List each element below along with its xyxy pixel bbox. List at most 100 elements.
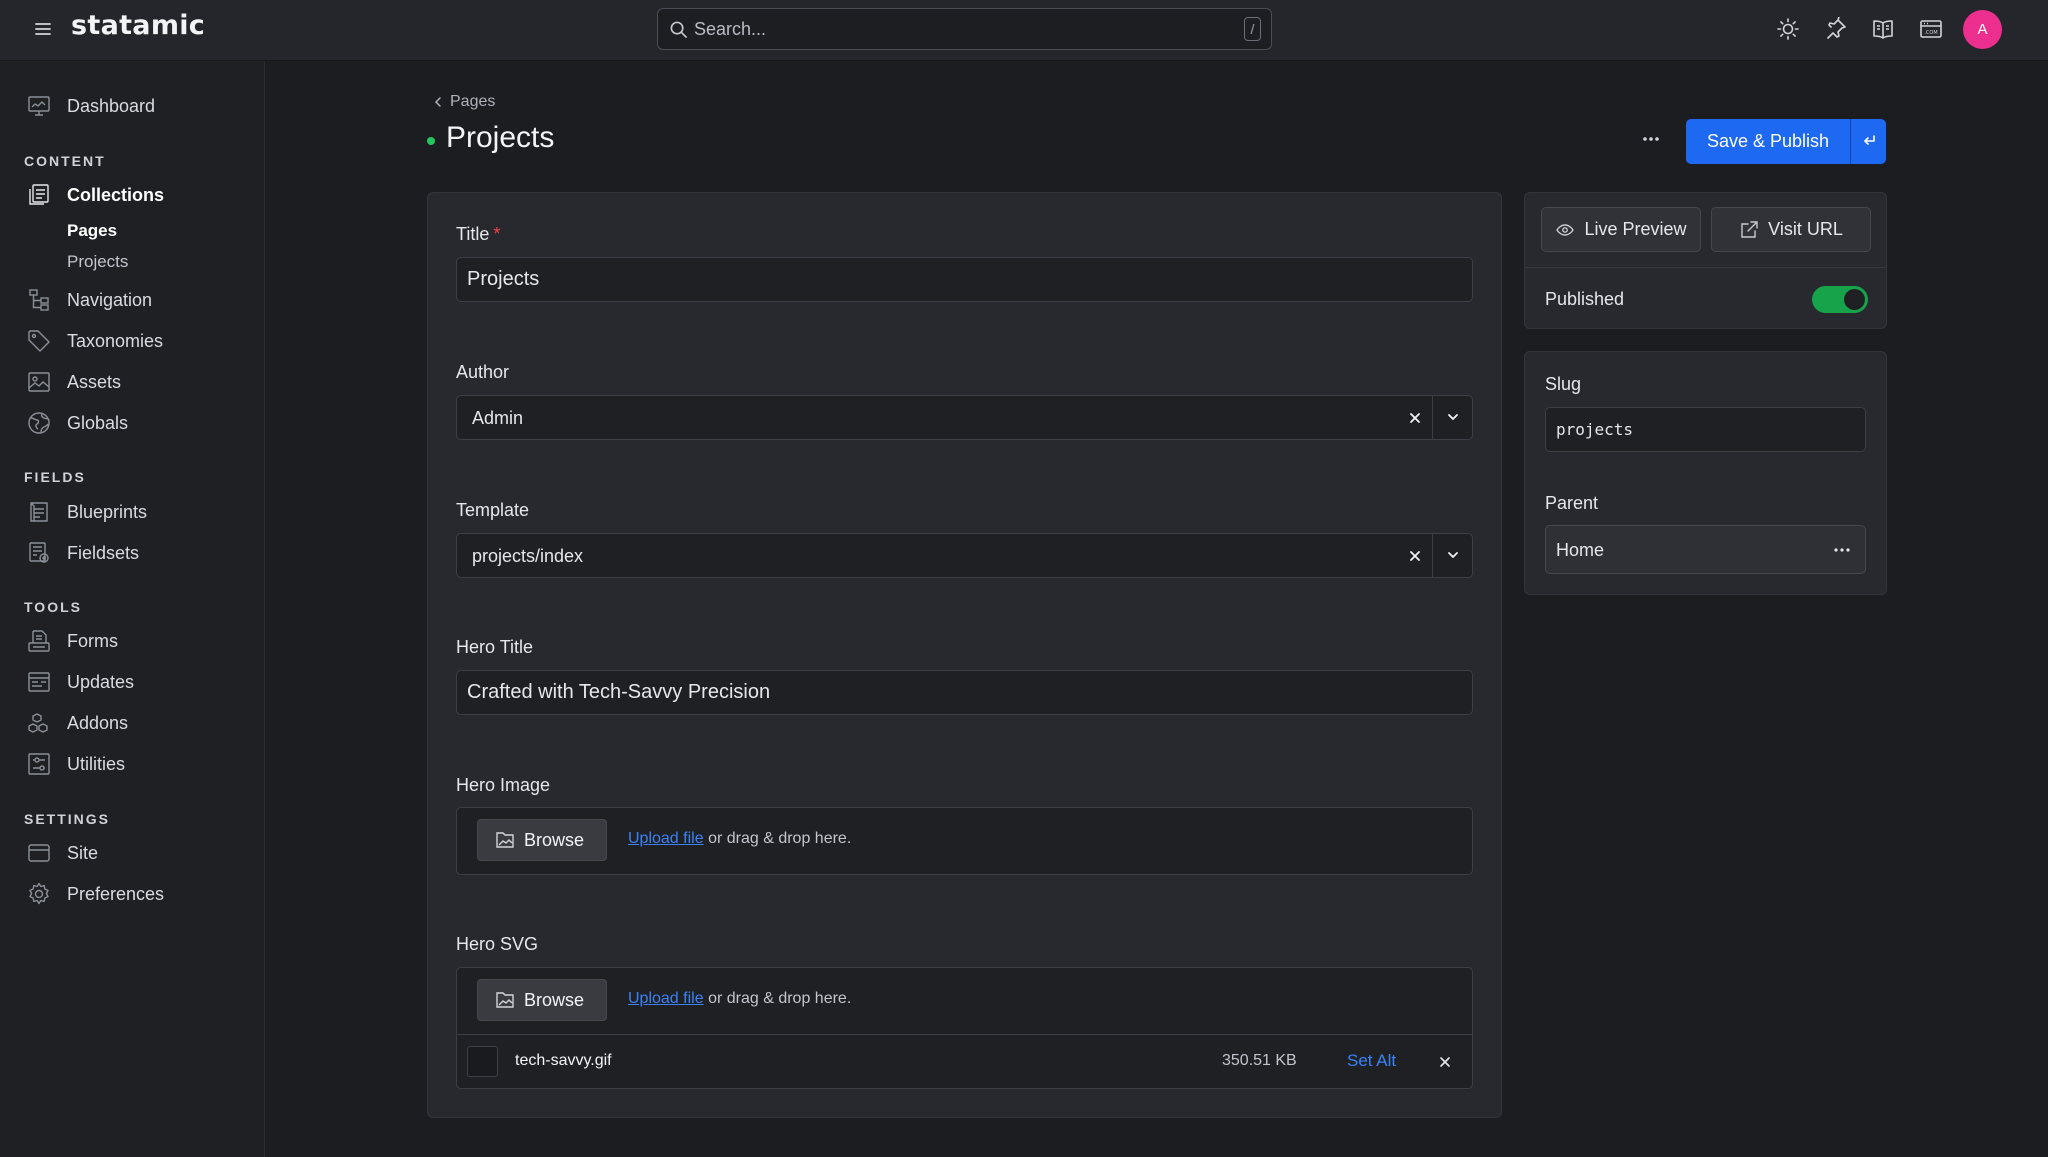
breadcrumb-link[interactable]: Pages: [450, 93, 495, 111]
author-label: Author: [456, 362, 510, 382]
sidebar-item-updates[interactable]: Updates: [27, 667, 134, 697]
published-label: Published: [1545, 289, 1625, 309]
chevron-down-icon: [1448, 414, 1458, 421]
search-input[interactable]: [694, 9, 1214, 49]
sidebar-item-forms[interactable]: Forms: [27, 626, 118, 656]
set-alt-button[interactable]: Set Alt: [1347, 1051, 1396, 1071]
save-publish-button[interactable]: Save & Publish: [1686, 119, 1850, 164]
upload-hint: Upload file or drag & drop here.: [628, 990, 852, 1007]
published-status-dot: [427, 137, 435, 145]
more-actions-icon[interactable]: [1640, 128, 1662, 150]
sidebar-subitem-projects[interactable]: Projects: [67, 252, 128, 272]
upload-file-link[interactable]: Upload file: [628, 990, 704, 1007]
meta-panel: Slug Parent Home: [1524, 351, 1887, 595]
sidebar-item-dashboard[interactable]: Dashboard: [27, 91, 155, 121]
file-thumbnail[interactable]: [467, 1046, 498, 1077]
sidebar-item-assets[interactable]: Assets: [27, 367, 121, 397]
dashboard-icon: [27, 94, 51, 118]
file-size: 350.51 KB: [1222, 1052, 1297, 1069]
author-dropdown-toggle[interactable]: [1432, 396, 1472, 439]
utilities-icon: [27, 752, 51, 776]
hero-svg-label: Hero SVG: [456, 934, 539, 954]
hero-svg-uploader[interactable]: Browse Upload file or drag & drop here. …: [456, 967, 1473, 1089]
uploaded-file-row: tech-savvy.gif 350.51 KB Set Alt: [457, 1034, 1472, 1088]
title-input[interactable]: [456, 257, 1473, 302]
template-dropdown-toggle[interactable]: [1432, 534, 1472, 577]
section-fields: FIELDS: [24, 469, 86, 485]
hero-image-label: Hero Image: [456, 775, 551, 795]
clear-template-icon[interactable]: [1408, 549, 1422, 563]
save-options-button[interactable]: [1850, 119, 1886, 164]
parent-value: Home: [1556, 540, 1605, 560]
collections-icon: [27, 183, 51, 207]
sidebar-item-fieldsets[interactable]: Fieldsets: [27, 538, 139, 568]
hero-image-uploader[interactable]: Browse Upload file or drag & drop here.: [456, 807, 1473, 875]
sidebar-item-utilities[interactable]: Utilities: [27, 749, 125, 779]
browser-window-icon: [27, 841, 51, 865]
more-icon[interactable]: [1832, 540, 1852, 560]
sidebar-item-blueprints[interactable]: Blueprints: [27, 497, 147, 527]
image-icon: [27, 370, 51, 394]
view-site-icon[interactable]: .COM: [1919, 17, 1943, 41]
visit-url-button[interactable]: Visit URL: [1711, 207, 1871, 252]
gear-icon: [27, 882, 51, 906]
section-content: CONTENT: [24, 153, 106, 169]
sidebar-item-addons[interactable]: Addons: [27, 708, 128, 738]
sidebar-item-globals[interactable]: Globals: [27, 408, 128, 438]
blueprint-icon: [27, 500, 51, 524]
divider: [1525, 267, 1886, 268]
file-name[interactable]: tech-savvy.gif: [515, 1052, 612, 1070]
theme-toggle-icon[interactable]: [1776, 17, 1800, 41]
upload-file-link[interactable]: Upload file: [628, 830, 704, 847]
publish-panel: Live Preview Visit URL Published: [1524, 192, 1887, 329]
sidebar: Dashboard CONTENT Collections Pages Proj…: [0, 61, 265, 1157]
chevron-down-icon: [1448, 552, 1458, 559]
clear-author-icon[interactable]: [1408, 411, 1422, 425]
sidebar-subitem-pages[interactable]: Pages: [67, 221, 117, 241]
hero-title-input[interactable]: [456, 670, 1473, 715]
published-toggle[interactable]: [1812, 286, 1868, 313]
search-bar[interactable]: /: [657, 8, 1272, 50]
eye-refresh-icon: [1556, 223, 1575, 236]
docs-book-icon[interactable]: [1871, 17, 1895, 41]
section-settings: SETTINGS: [24, 811, 111, 827]
hero-image-browse-button[interactable]: Browse: [477, 819, 607, 861]
svg-text:.COM: .COM: [1924, 30, 1937, 36]
addons-icon: [27, 711, 51, 735]
menu-icon[interactable]: [33, 19, 53, 39]
search-icon: [669, 20, 688, 39]
return-arrow-icon: [1864, 135, 1875, 145]
parent-select[interactable]: Home: [1545, 525, 1866, 574]
chevron-left-icon: [432, 96, 444, 108]
slug-label: Slug: [1545, 374, 1582, 394]
tag-icon: [27, 329, 51, 353]
sidebar-item-collections[interactable]: Collections: [27, 180, 164, 210]
globe-icon: [27, 411, 51, 435]
top-bar: statamic / .COM A: [0, 0, 2048, 61]
brand-logo[interactable]: statamic: [71, 10, 205, 41]
sidebar-item-navigation[interactable]: Navigation: [27, 285, 152, 315]
author-select[interactable]: Admin: [456, 395, 1473, 440]
folder-image-icon: [496, 832, 514, 848]
sidebar-item-taxonomies[interactable]: Taxonomies: [27, 326, 163, 356]
breadcrumb[interactable]: Pages: [432, 93, 495, 111]
pin-icon[interactable]: [1824, 17, 1848, 41]
external-link-icon: [1741, 220, 1758, 238]
parent-label: Parent: [1545, 493, 1599, 513]
remove-file-icon[interactable]: [1438, 1055, 1452, 1069]
upload-hint: Upload file or drag & drop here.: [628, 830, 852, 847]
search-shortcut-key: /: [1244, 17, 1261, 41]
hero-svg-browse-button[interactable]: Browse: [477, 979, 607, 1021]
sidebar-item-site[interactable]: Site: [27, 838, 98, 868]
entry-form-card: Title* Author Admin Template projects/in…: [427, 192, 1502, 1118]
slug-input[interactable]: [1545, 407, 1866, 452]
user-avatar[interactable]: A: [1963, 10, 2002, 49]
template-select[interactable]: projects/index: [456, 533, 1473, 578]
page-title: Projects: [446, 121, 555, 154]
hero-title-label: Hero Title: [456, 637, 534, 657]
navigation-icon: [27, 288, 51, 312]
sidebar-item-preferences[interactable]: Preferences: [27, 879, 164, 909]
live-preview-button[interactable]: Live Preview: [1541, 207, 1701, 252]
fieldset-icon: [27, 541, 51, 565]
author-select-value: Admin: [472, 408, 524, 428]
